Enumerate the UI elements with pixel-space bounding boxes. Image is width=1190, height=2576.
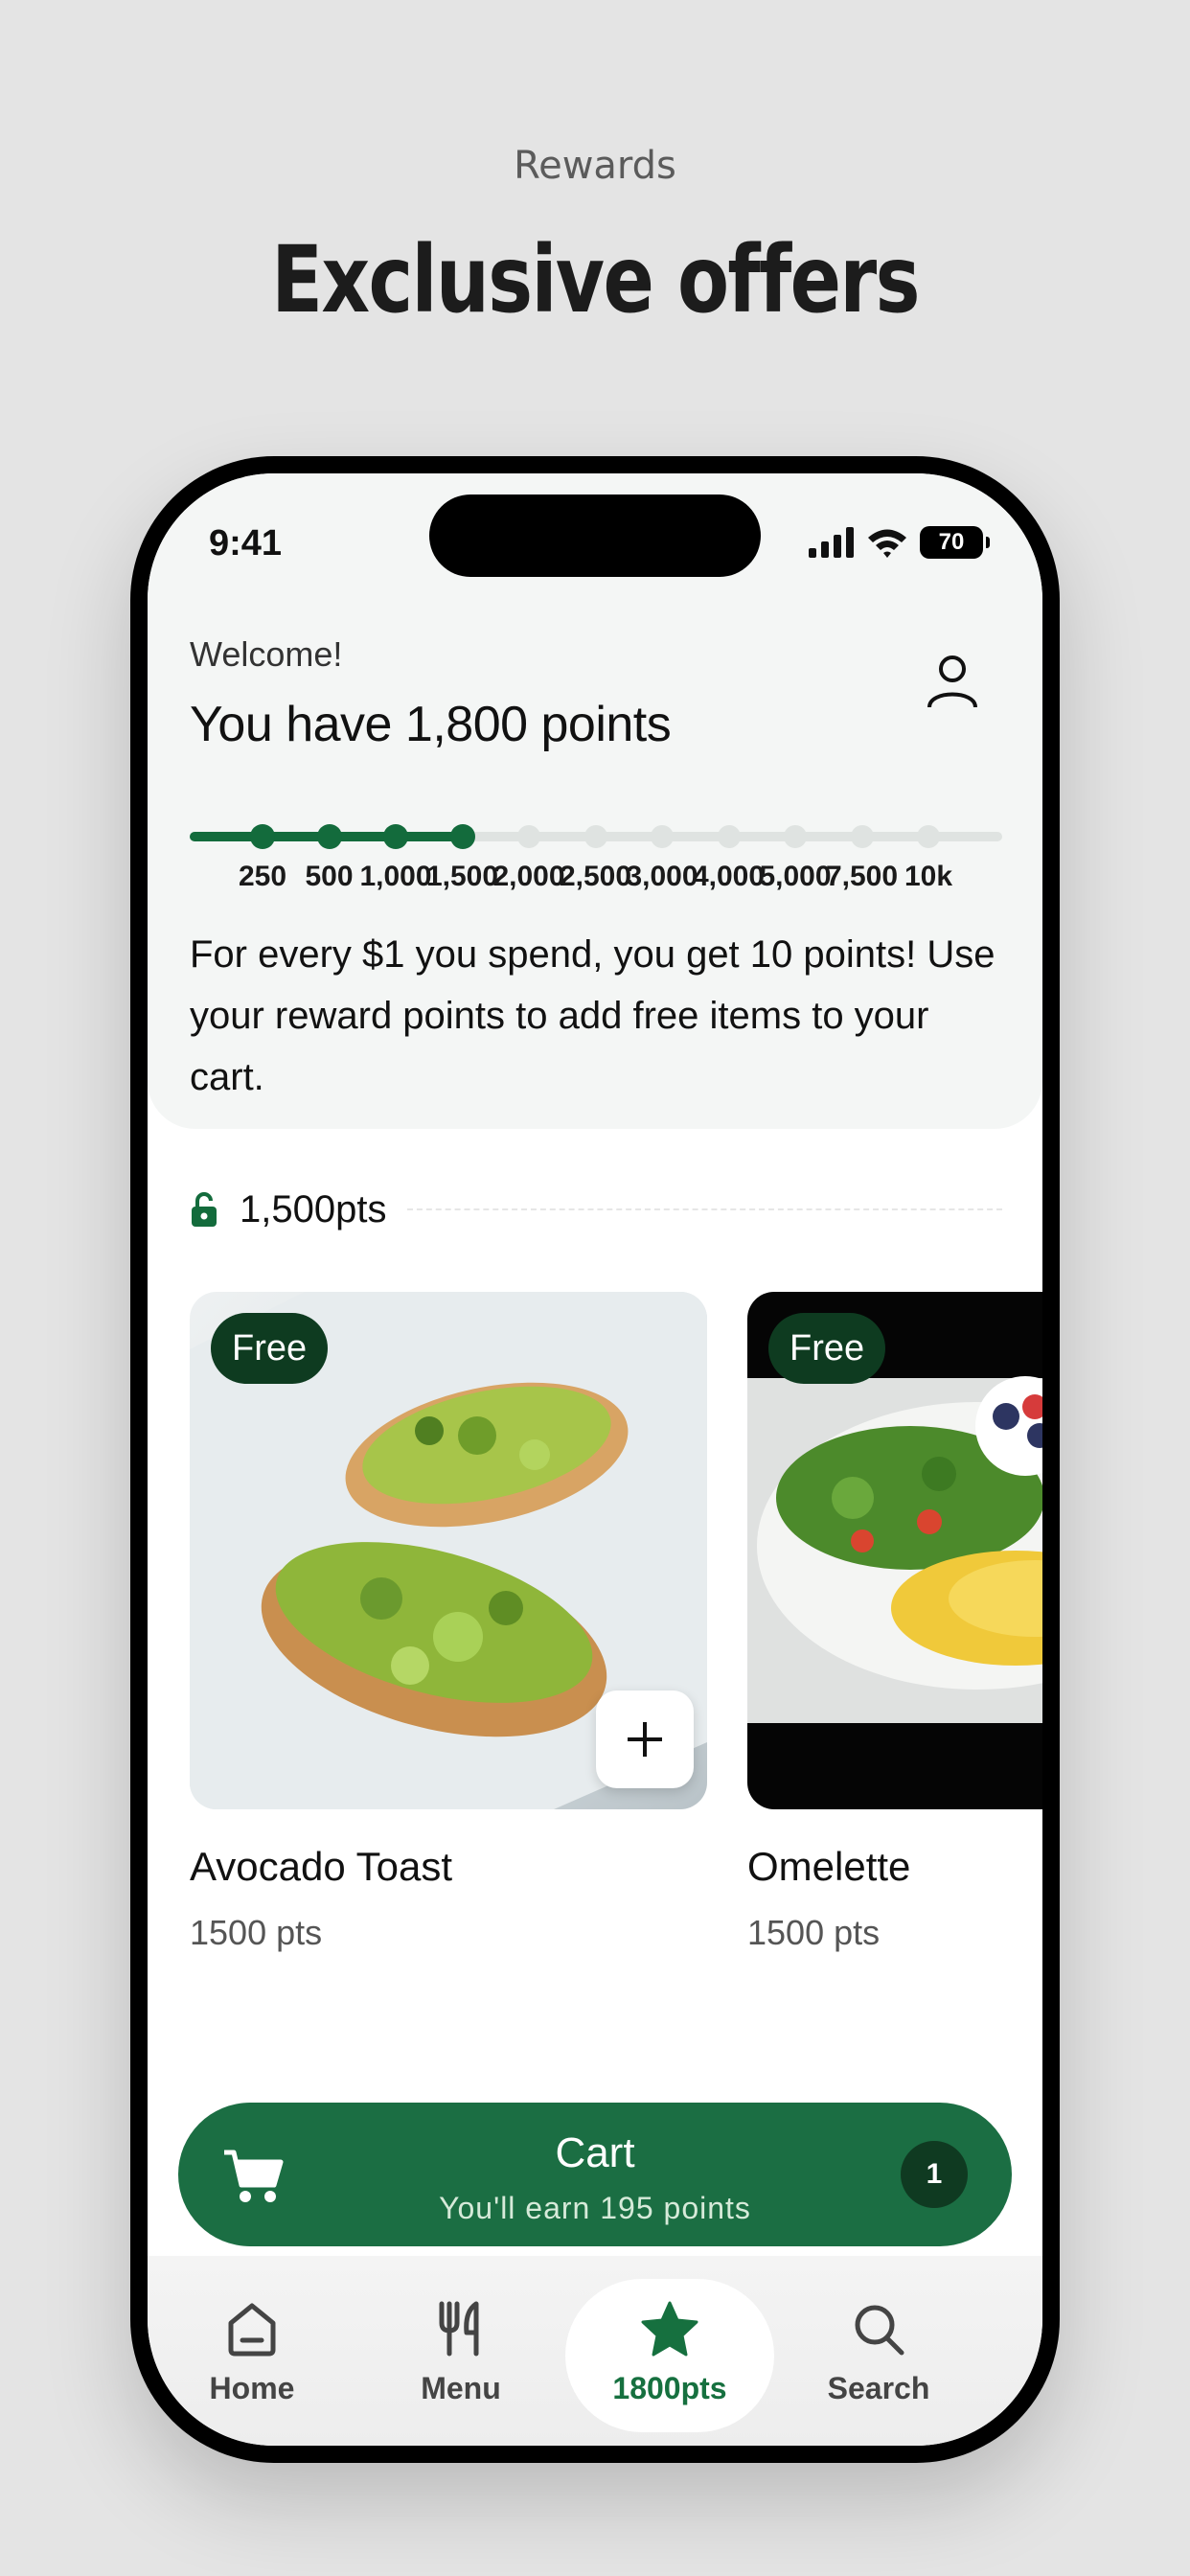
tab-home[interactable]: Home <box>148 2275 356 2428</box>
points-progress-bar <box>190 809 1002 866</box>
progress-milestone-label: 250 <box>238 861 287 892</box>
progress-milestone-dot <box>651 825 674 848</box>
item-points: 1500 pts <box>747 1913 881 1952</box>
tab-label: 1800pts <box>612 2371 727 2405</box>
signal-icon <box>809 527 854 558</box>
progress-milestone-dot <box>517 825 540 848</box>
tab-label: Menu <box>421 2371 501 2405</box>
tab-label: Search <box>827 2371 930 2405</box>
progress-milestone-label: 5,000 <box>759 861 832 892</box>
dynamic-island <box>429 494 761 577</box>
points-title: You have 1,800 points <box>190 697 672 752</box>
progress-milestone-label: 3,000 <box>626 861 698 892</box>
progress-milestone-label: 500 <box>305 861 354 892</box>
home-icon <box>148 2300 356 2361</box>
add-to-cart-button[interactable] <box>596 1690 694 1788</box>
progress-milestone-label: 1,500 <box>425 861 499 892</box>
item-name: Omelette <box>747 1844 911 1889</box>
cart-earn-text: You'll earn 195 points <box>439 2191 751 2225</box>
item-name: Avocado Toast <box>190 1844 452 1889</box>
avocado-toast-image[interactable]: Free <box>190 1292 707 1809</box>
phone-frame: Welcome! You have 1,800 points 250 500 1,0… <box>130 456 1060 2463</box>
progress-milestone-label: 4,000 <box>692 861 766 892</box>
fork-knife-icon <box>356 2300 565 2361</box>
item-points: 1500 pts <box>190 1913 323 1952</box>
status-icons: 70 <box>809 523 990 562</box>
wifi-icon <box>868 529 906 558</box>
progress-milestone-label: 10k <box>904 861 953 892</box>
progress-milestone-dot <box>584 825 607 848</box>
points-section-header: 1,500pts <box>190 1183 1002 1236</box>
free-badge: Free <box>211 1313 329 1384</box>
page-title: Exclusive offers <box>271 226 920 334</box>
progress-milestone-label: 7,500 <box>825 861 899 892</box>
progress-milestone-dot <box>383 824 408 849</box>
progress-milestone-dot <box>316 824 342 849</box>
tab-menu[interactable]: Menu <box>356 2275 565 2428</box>
user-icon[interactable] <box>926 654 979 714</box>
progress-milestone-dot <box>917 825 940 848</box>
progress-milestone-label: 2,000 <box>492 861 565 892</box>
cart-count-badge: 1 <box>901 2141 968 2208</box>
tab-rewards[interactable]: 1800pts <box>565 2275 774 2432</box>
reward-item-card[interactable]: Free Avocado Toast 1500 pts <box>190 1292 707 1953</box>
section-label: 1,500pts <box>240 1187 387 1230</box>
star-icon <box>565 2300 774 2361</box>
progress-milestone-dot <box>717 825 741 848</box>
welcome-text: Welcome! <box>190 634 343 674</box>
battery-indicator: 70 <box>920 526 990 559</box>
progress-milestone-dot <box>449 824 475 849</box>
free-badge: Free <box>768 1313 886 1384</box>
points-info-text: For every $1 you spend, you get 10 point… <box>190 933 995 1098</box>
progress-milestone-label: 2,500 <box>559 861 632 892</box>
progress-milestone-label: 1,000 <box>359 861 432 892</box>
tab-bar: Home Menu 1800pts Search <box>148 2275 1042 2438</box>
status-time: 9:41 <box>209 523 283 564</box>
unlock-icon <box>192 1192 217 1227</box>
omelette-image[interactable]: Free <box>747 1292 1042 1809</box>
page-subtitle: Rewards <box>514 144 676 188</box>
search-icon <box>774 2300 983 2361</box>
tab-label: Home <box>209 2371 295 2405</box>
section-divider <box>407 1208 1002 1210</box>
phone-screen: Welcome! You have 1,800 points 250 500 1,0… <box>148 473 1042 2446</box>
progress-milestone-dot <box>850 825 874 848</box>
progress-milestone-dot <box>784 825 807 848</box>
cart-button[interactable]: Cart You'll earn 195 points 1 <box>178 2103 1012 2246</box>
tab-search[interactable]: Search <box>774 2275 983 2428</box>
plus-icon <box>628 1722 662 1757</box>
progress-milestone-dot <box>250 824 275 849</box>
reward-item-card[interactable]: Free Omelette 1500 pts <box>747 1292 1042 1953</box>
cart-title: Cart <box>555 2129 635 2176</box>
